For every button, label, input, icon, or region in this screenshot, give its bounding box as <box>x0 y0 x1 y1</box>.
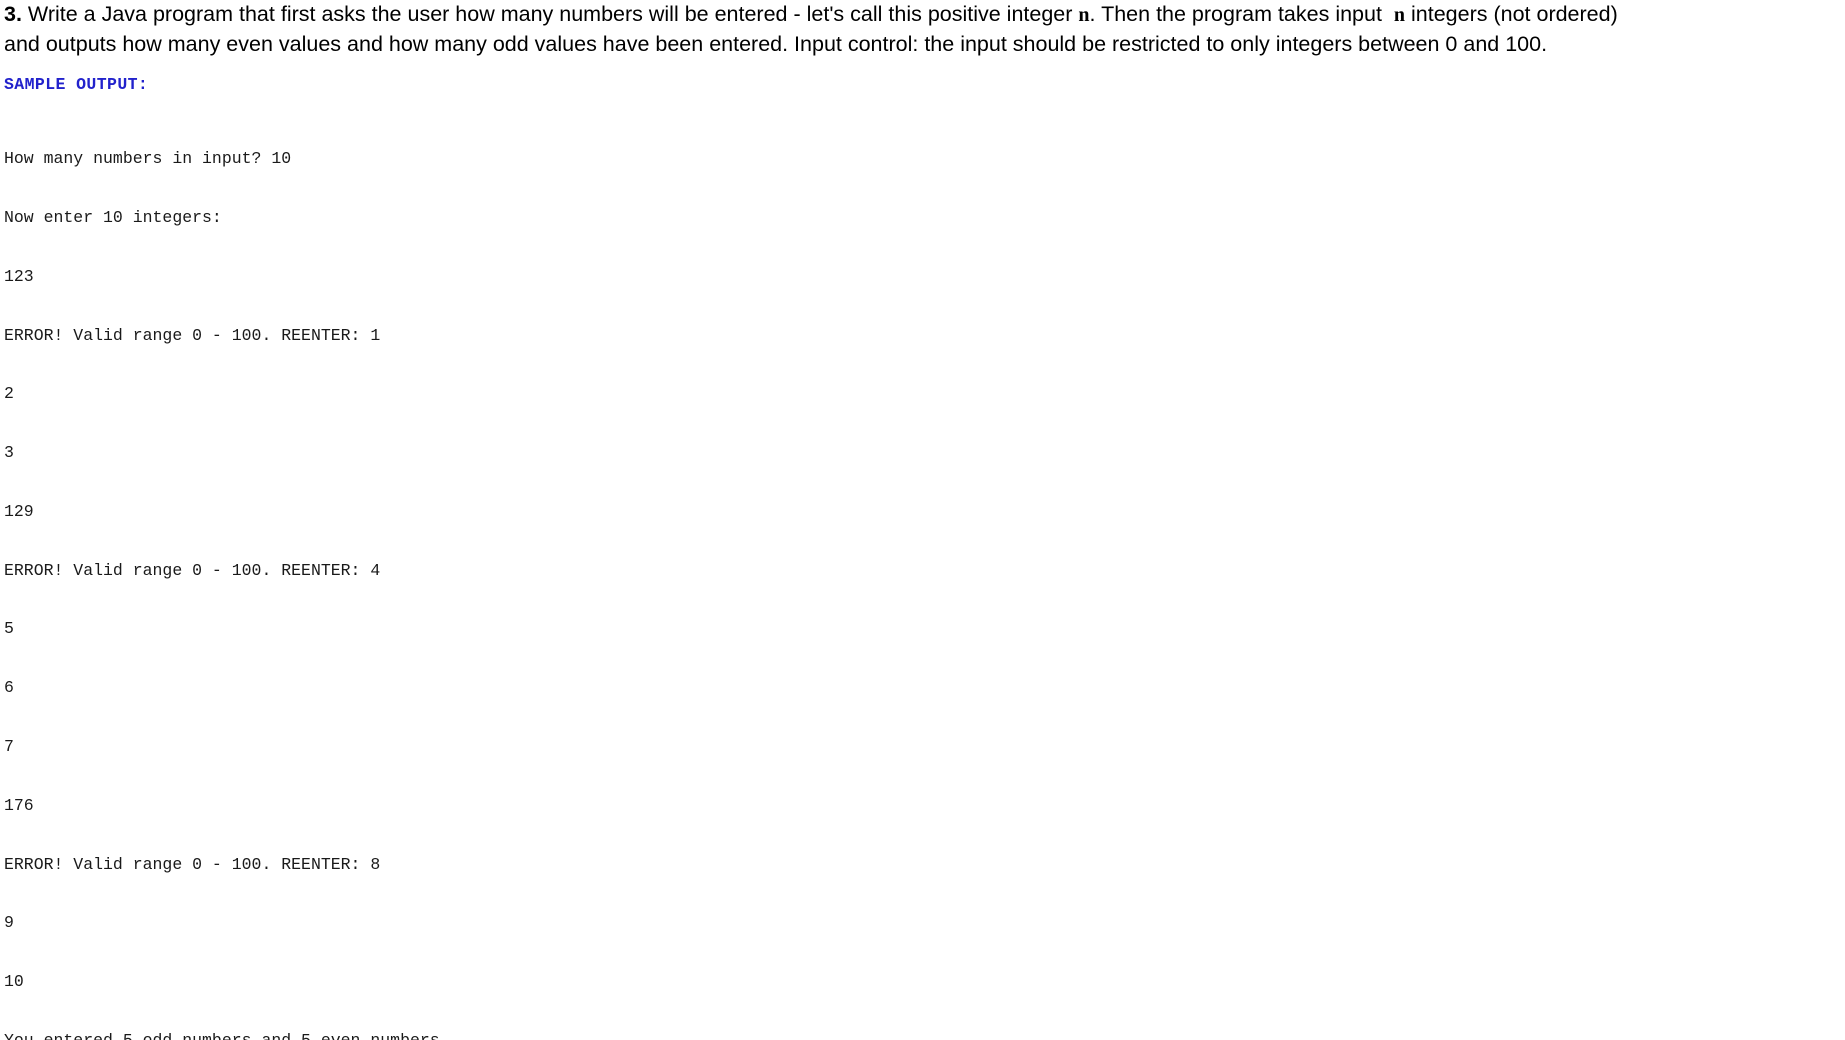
question-line2: and outputs how many even values and how… <box>4 32 1548 56</box>
transcript-line: 9 <box>4 913 14 933</box>
transcript-line: How many numbers in input? 10 <box>4 149 292 169</box>
transcript-line: 176 <box>4 795 34 815</box>
transcript-line: Now enter 10 integers: <box>4 207 222 227</box>
transcript-line: 123 <box>4 266 34 286</box>
transcript-line: 3 <box>4 443 14 463</box>
question-line1-part3: integers (not ordered) <box>1405 2 1618 26</box>
transcript-line: 7 <box>4 737 14 756</box>
question-line1-part1: Write a Java program that first asks the… <box>21 2 1079 26</box>
transcript-line: 2 <box>4 384 14 404</box>
sample-output-heading: SAMPLE OUTPUT: <box>4 75 149 94</box>
transcript-line: You entered 5 odd numbers and 5 even num… <box>4 1031 450 1040</box>
transcript-line: 129 <box>4 501 34 521</box>
transcript-line: ERROR! Valid range 0 - 100. REENTER: 4 <box>4 560 381 580</box>
transcript-line: 10 <box>4 972 24 992</box>
transcript-line: ERROR! Valid range 0 - 100. REENTER: 8 <box>4 854 381 874</box>
exercise-page: 3. Write a Java program that first asks … <box>0 0 1845 1040</box>
question-number: 3. <box>4 2 22 26</box>
variable-n-first: n <box>1078 4 1090 26</box>
transcript-line: ERROR! Valid range 0 - 100. REENTER: 1 <box>4 325 381 345</box>
sample-output-transcript: How many numbers in input? 10 Now enter … <box>4 110 450 1040</box>
question-text: 3. Write a Java program that first asks … <box>4 0 1845 59</box>
transcript-line: 6 <box>4 678 14 698</box>
transcript-line: 5 <box>4 619 14 639</box>
variable-n-second: n <box>1393 4 1406 26</box>
question-line1-part2: . Then the program takes input <box>1089 2 1388 26</box>
